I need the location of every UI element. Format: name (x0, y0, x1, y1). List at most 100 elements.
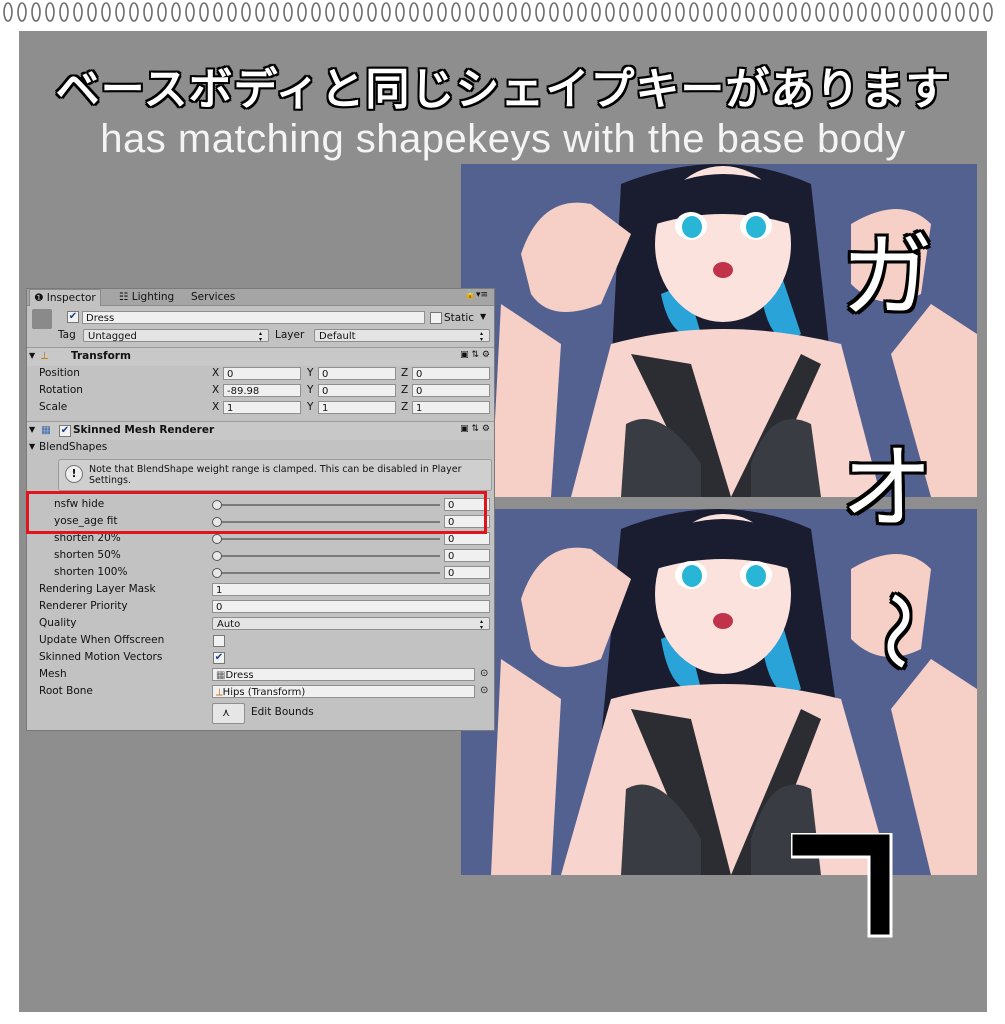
tab-services-label: Services (191, 291, 236, 303)
object-picker-icon[interactable]: ⊙ (480, 668, 488, 679)
foldout-arrow-icon: ▼ (29, 425, 36, 434)
static-label: Static (444, 312, 475, 324)
tag-dropdown[interactable]: Untagged (83, 329, 269, 343)
renderer-priority-row: Renderer Priority 0 (27, 598, 494, 615)
static-checkbox[interactable] (430, 312, 442, 324)
blendshape-slider-track[interactable] (216, 555, 440, 557)
quality-dropdown[interactable]: Auto (212, 617, 490, 631)
gao-char-3: 〜 (849, 591, 942, 671)
z-field[interactable]: 1 (412, 401, 490, 414)
transform-icon: ⟂ (41, 350, 49, 362)
coil (87, 2, 97, 22)
z-field[interactable]: 0 (412, 367, 490, 380)
blendshapes-foldout[interactable]: ▼ BlendShapes (27, 439, 494, 456)
coil (801, 2, 811, 22)
blendshape-value-field[interactable]: 0 (444, 549, 490, 562)
layer-dropdown[interactable]: Default (314, 329, 490, 343)
blendshape-name: shorten 50% (54, 549, 121, 561)
tab-inspector-label: Inspector (46, 292, 96, 304)
foldout-arrow-icon: ▼ (29, 351, 36, 360)
coil (283, 2, 293, 22)
skinned-motion-vectors-checkbox[interactable]: ✔ (213, 652, 225, 664)
coil (591, 2, 601, 22)
renderer-priority-field[interactable]: 0 (212, 600, 490, 613)
coil (815, 2, 825, 22)
tab-lighting[interactable]: ☷ Lighting (115, 289, 178, 305)
tab-inspector[interactable]: ❶ Inspector (29, 289, 101, 306)
coil (227, 2, 237, 22)
y-field[interactable]: 0 (318, 384, 396, 397)
coil (171, 2, 181, 22)
root-bone-field[interactable]: ⟂Hips (Transform) (212, 685, 475, 698)
blendshape-slider-knob[interactable] (212, 551, 222, 561)
clamp-note-box: ! Note that BlendShape weight range is c… (58, 459, 492, 491)
transform-row-label: Rotation (39, 384, 83, 396)
y-field[interactable]: 1 (318, 401, 396, 414)
lock-icon[interactable]: 🔒▾≡ (465, 290, 488, 300)
coil (241, 2, 251, 22)
tab-services[interactable]: Services (187, 289, 239, 305)
static-dropdown-icon[interactable]: ▼ (480, 312, 486, 321)
mesh-field[interactable]: ▦Dress (212, 668, 475, 681)
z-field[interactable]: 0 (412, 384, 490, 397)
object-picker-icon[interactable]: ⊙ (480, 685, 488, 696)
rendering-layer-mask-label: Rendering Layer Mask (39, 583, 156, 595)
x-field[interactable]: 1 (223, 401, 301, 414)
coil (899, 2, 909, 22)
title-japanese: ベースボディと同じシェイプキーがあります (55, 64, 951, 115)
title-english: has matching shapekeys with the base bod… (100, 117, 906, 161)
transform-row-label: Scale (39, 401, 68, 413)
object-name-field[interactable]: Dress (82, 311, 425, 324)
coil (395, 2, 405, 22)
root-bone-value: Hips (Transform) (222, 687, 306, 698)
coil (983, 2, 993, 22)
coil (17, 2, 27, 22)
coil (955, 2, 965, 22)
transform-row-label: Position (39, 367, 80, 379)
transform-header[interactable]: ▼ ⟂ Transform ▣ ⇅ ⚙ (27, 347, 494, 366)
blendshape-value-field[interactable]: 0 (444, 566, 490, 579)
y-field[interactable]: 0 (318, 367, 396, 380)
coil (255, 2, 265, 22)
blendshape-slider-track[interactable] (216, 572, 440, 574)
x-field[interactable]: 0 (223, 367, 301, 380)
mesh-row: Mesh ▦Dress ⊙ (27, 666, 494, 683)
edit-bounds-button[interactable]: ⋏ (212, 703, 245, 724)
transform-title: Transform (71, 350, 131, 362)
gameobject-cube-icon (32, 309, 52, 329)
skinned-mesh-header[interactable]: ▼ ▦ ✔ Skinned Mesh Renderer ▣ ⇅ ⚙ (27, 421, 494, 440)
coil (157, 2, 167, 22)
active-checkbox[interactable]: ✔ (67, 311, 79, 323)
coil (101, 2, 111, 22)
coil (185, 2, 195, 22)
blendshapes-label: BlendShapes (39, 441, 108, 453)
x-field[interactable]: -89.98 (223, 384, 301, 397)
rendering-layer-mask-field[interactable]: 1 (212, 583, 490, 596)
coil (885, 2, 895, 22)
coil (773, 2, 783, 22)
coil (353, 2, 363, 22)
root-bone-row: Root Bone ⟂Hips (Transform) ⊙ (27, 683, 494, 700)
corner-bracket-mark (791, 833, 893, 938)
blendshape-row: shorten 50% 0 (27, 547, 494, 564)
coil (465, 2, 475, 22)
coil (913, 2, 923, 22)
content-panel: ベースボディと同じシェイプキーがあります has matching shapek… (19, 31, 987, 1012)
component-enabled-checkbox[interactable]: ✔ (59, 425, 71, 437)
blendshape-slider-track[interactable] (216, 538, 440, 540)
coil (843, 2, 853, 22)
coil (381, 2, 391, 22)
coil (549, 2, 559, 22)
blendshape-slider-knob[interactable] (212, 568, 222, 578)
component-menu-icon[interactable]: ▣ ⇅ ⚙ (460, 424, 490, 434)
gao-char-1: ガ (841, 223, 934, 330)
update-offscreen-label: Update When Offscreen (39, 634, 165, 646)
skinned-motion-vectors-row: Skinned Motion Vectors ✔ (27, 649, 494, 666)
transform-row-scale: Scale X 1 Y 1 Z 1 (27, 399, 494, 416)
update-offscreen-checkbox[interactable] (213, 635, 225, 647)
blendshape-slider-knob[interactable] (212, 534, 222, 544)
component-menu-icon[interactable]: ▣ ⇅ ⚙ (460, 350, 490, 360)
blendshape-row: shorten 100% 0 (27, 564, 494, 581)
edit-bounds-icon: ⋏ (222, 706, 231, 719)
coil (745, 2, 755, 22)
